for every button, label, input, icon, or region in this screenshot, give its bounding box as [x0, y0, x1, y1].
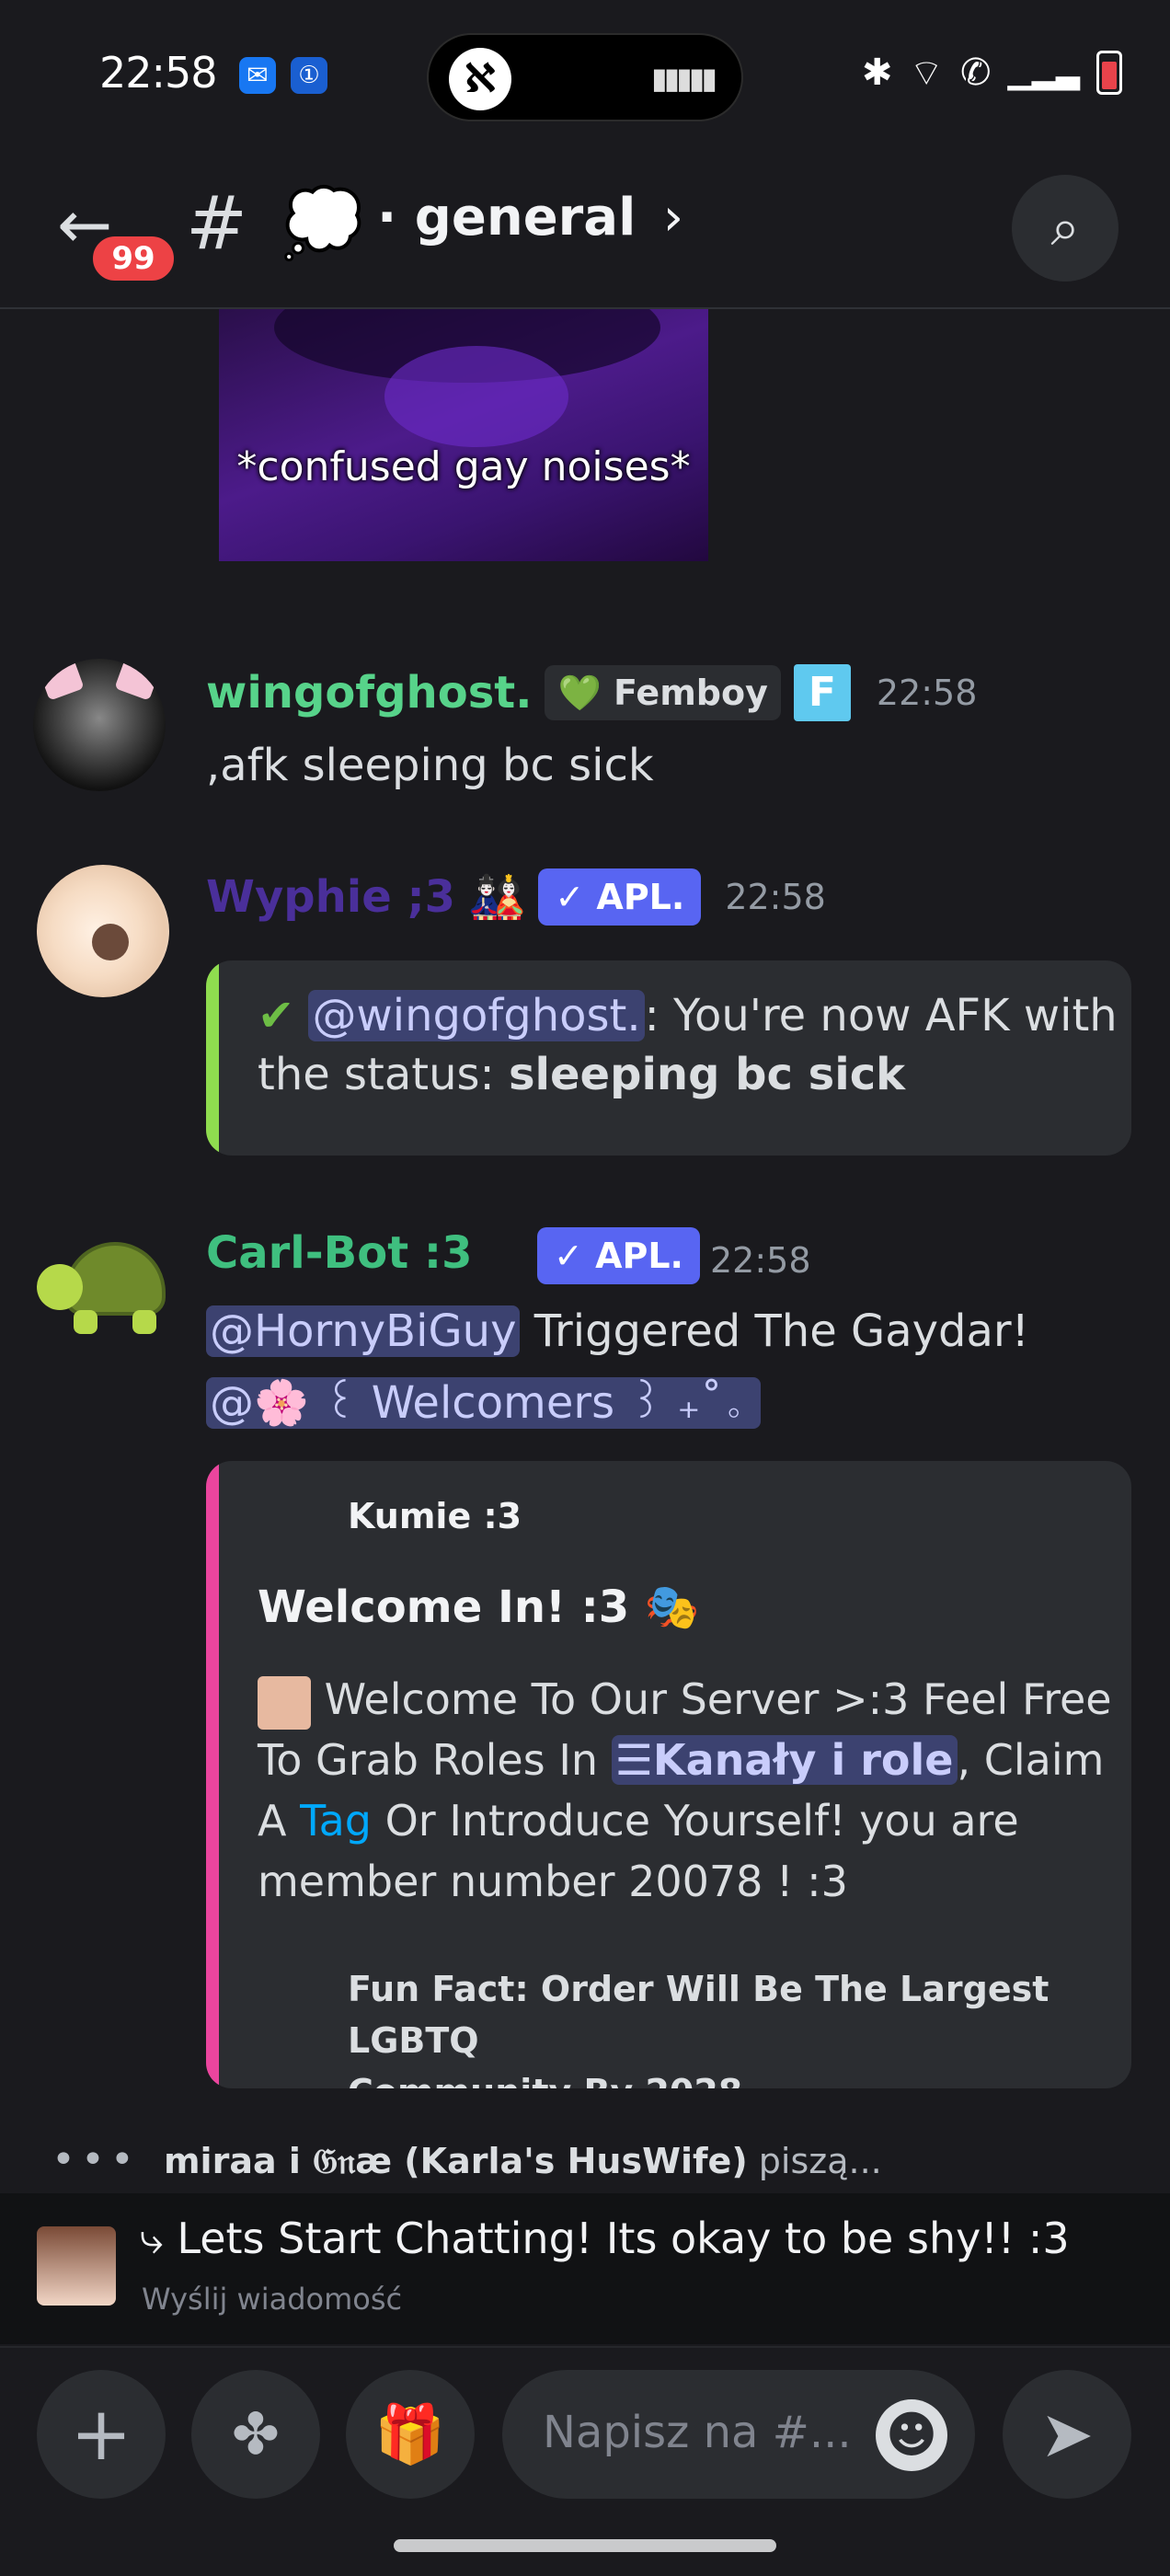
audio-wave-icon: ▮▮▮▮▮: [650, 61, 717, 96]
timestamp: 22:58: [725, 877, 826, 917]
typing-dots-icon: •••: [52, 2136, 140, 2183]
image-attachment[interactable]: *confused gay noises*: [219, 309, 708, 561]
afk-status: sleeping bc sick: [508, 1049, 906, 1100]
wifi-call-icon: ✆: [960, 52, 992, 94]
search-icon: ⌕: [1050, 198, 1080, 258]
role-emoji-icon: 🎎: [468, 869, 526, 924]
prompt-avatar: [37, 2226, 116, 2306]
channel-name: · general: [377, 188, 637, 247]
heart-icon: 💚: [557, 673, 602, 713]
avatar[interactable]: [37, 1236, 169, 1338]
embed-title: Welcome In! :3 🎭: [258, 1581, 700, 1633]
channel-list-icon: ☰: [614, 1735, 653, 1785]
welcome-prompt[interactable]: ⤷ Lets Start Chatting! Its okay to be sh…: [0, 2193, 1170, 2344]
checkmark-icon: ✔: [258, 990, 295, 1041]
wifi-icon: ⌔: [909, 52, 945, 95]
status-time: 22:58: [99, 48, 218, 98]
message-placeholder: Napisz na #...: [543, 2407, 852, 2458]
message-input[interactable]: Napisz na #... ☻: [502, 2370, 975, 2499]
avatar[interactable]: [37, 865, 169, 997]
emoji-icon[interactable]: ☻: [876, 2399, 947, 2471]
music-app-icon: ℵ: [449, 48, 511, 110]
send-button[interactable]: ➤: [1003, 2370, 1131, 2499]
send-icon: ➤: [1039, 2397, 1095, 2472]
tag-link[interactable]: Tag: [300, 1796, 372, 1846]
avatar-emoji-icon: [258, 1675, 311, 1730]
typing-users: miraa i 𝔊𝔫æ (Karla's HusWife): [163, 2141, 748, 2181]
onepassword-icon: ①: [291, 57, 327, 94]
app-badge: ✓ APL.: [538, 868, 702, 926]
message-text: @HornyBiGuy Triggered The Gaydar! @🌸 ꒰ W…: [206, 1295, 1135, 1439]
afk-embed: ✔ @wingofghost.: You're now AFK with the…: [206, 960, 1131, 1156]
embed-footer: Fun Fact: Order Will Be The Largest LGBT…: [348, 1969, 1050, 2088]
plus-icon: +: [70, 2391, 132, 2477]
author-name[interactable]: Carl-Bot :3: [206, 1227, 472, 1279]
add-attachment-button[interactable]: +: [37, 2370, 166, 2499]
timestamp: 22:58: [710, 1240, 811, 1281]
embed-description: Welcome To Our Server >:3 Feel Free To G…: [258, 1674, 1112, 1906]
status-right-icons: ✱ ⌔ ✆ ▁▂▃: [862, 50, 1122, 96]
chevron-right-icon: ›: [662, 188, 684, 247]
apps-icon: ✤: [232, 2400, 280, 2467]
message-header: Carl-Bot :3 ✓ APL. 22:58: [206, 1227, 1126, 1288]
image-caption: *confused gay noises*: [236, 443, 691, 490]
search-button[interactable]: ⌕: [1012, 175, 1118, 282]
author-name[interactable]: wingofghost.: [206, 667, 532, 719]
sticker-emoji-icon: 🎭: [644, 1581, 700, 1633]
author-name[interactable]: Wyphie ;3: [206, 871, 455, 923]
channel-link[interactable]: ☰Kanały i role: [611, 1735, 958, 1785]
timestamp: 22:58: [876, 673, 978, 713]
embed-author: Kumie :3: [348, 1496, 522, 1536]
message-text: ,afk sleeping bc sick: [206, 740, 654, 791]
cat-ear-right: [114, 659, 162, 701]
turtle-head: [37, 1264, 83, 1310]
welcome-embed: Kumie :3 Welcome In! :3 🎭 Welcome To Our…: [206, 1461, 1131, 2088]
bluetooth-icon: ✱: [861, 52, 893, 94]
message-header: wingofghost. 💚 Femboy F 22:58: [206, 664, 977, 721]
prompt-subtext: Wyślij wiadomość: [142, 2282, 403, 2317]
channel-hash-icon: #: [186, 180, 248, 266]
channel-emoji: 💭: [281, 184, 364, 261]
message-header: Wyphie ;3 🎎 ✓ APL. 22:58: [206, 868, 826, 926]
user-mention[interactable]: @HornyBiGuy: [206, 1305, 521, 1357]
home-indicator: [394, 2539, 776, 2552]
gift-icon: 🎁: [374, 2400, 446, 2467]
typing-indicator: ••• miraa i 𝔊𝔫æ (Karla's HusWife) piszą.…: [52, 2136, 882, 2183]
channel-header: ← 99 # 💭 · general › ⌕: [0, 147, 1170, 309]
avatar[interactable]: [33, 659, 166, 791]
app-badge: ✓ APL.: [537, 1227, 700, 1284]
embed-body: ✔ @wingofghost.: You're now AFK with the…: [258, 990, 1118, 1100]
signal-icon: ▁▂▃: [1007, 54, 1080, 91]
dynamic-island: ℵ ▮▮▮▮▮: [427, 33, 743, 121]
channel-title[interactable]: · general ›: [377, 188, 683, 247]
role-mention[interactable]: @🌸 ꒰ Welcomers ꒱ ₊˚。: [206, 1377, 761, 1429]
battery-low-icon: [1096, 51, 1122, 95]
prompt-text: ⤷ Lets Start Chatting! Its okay to be sh…: [140, 2214, 1070, 2263]
unread-badge: 99: [88, 232, 178, 285]
guild-tag[interactable]: 💚 Femboy: [545, 665, 781, 720]
role-icon: F: [793, 664, 851, 721]
user-mention[interactable]: @wingofghost.: [308, 990, 645, 1041]
apps-button[interactable]: ✤: [191, 2370, 320, 2499]
cat-ear-left: [37, 659, 85, 701]
gift-button[interactable]: 🎁: [346, 2370, 475, 2499]
messenger-icon: ✉: [239, 57, 276, 94]
